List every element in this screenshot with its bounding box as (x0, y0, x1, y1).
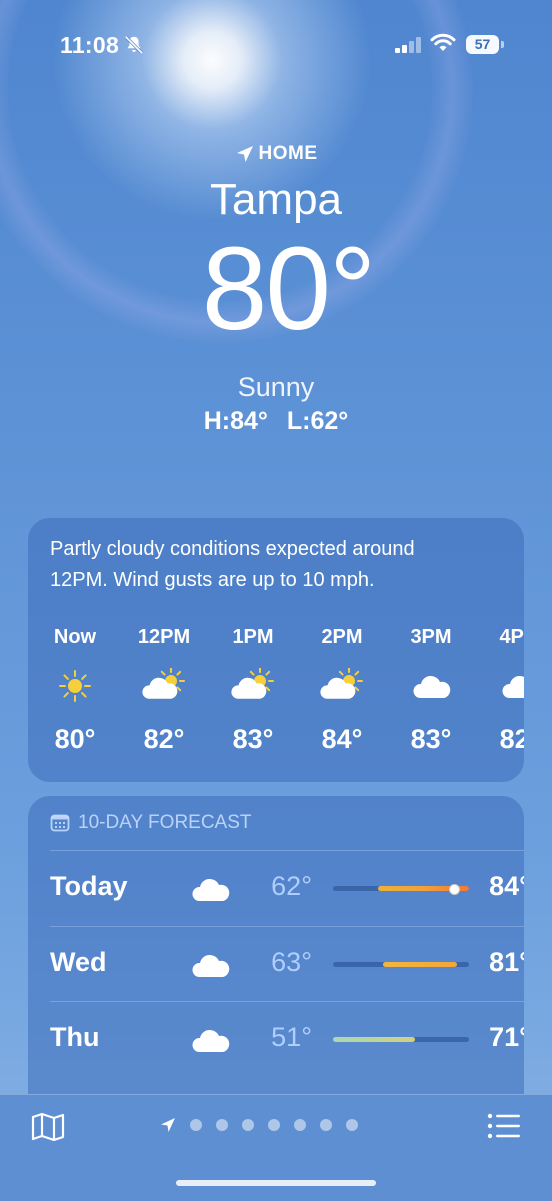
high-temp: H:84° (203, 407, 268, 435)
hourly-list[interactable]: Now 80° 12PM 82° 1PM 83° 2PM 84° 3PM 83°… (28, 626, 524, 776)
forecast-day: Wed (50, 946, 107, 977)
high-low: H:84° L:62° (0, 407, 552, 436)
city-name: Tampa (209, 175, 343, 224)
cloud-icon (190, 873, 230, 903)
page-dot[interactable] (346, 1119, 358, 1131)
page-dot[interactable] (190, 1119, 202, 1131)
battery-icon: 57 (466, 35, 506, 54)
signal-icon (395, 37, 421, 53)
partly-cloudy-icon (213, 666, 293, 706)
temperature-range-bar (333, 884, 469, 895)
page-indicator[interactable] (160, 1117, 358, 1133)
current-weather: HOME Tampa 80° Sunny H:84° L:62° (0, 140, 552, 436)
hour-temperature: 83° (410, 724, 452, 754)
hour-label: 2PM (321, 626, 363, 648)
forecast-low: 62° (271, 871, 312, 901)
location-arrow-icon (236, 146, 253, 162)
page-dot[interactable] (320, 1119, 332, 1131)
forecast-row[interactable]: Today 62° 84° (50, 850, 524, 926)
forecast-row[interactable]: Thu 51° 71° (50, 1001, 524, 1077)
cloud-icon (480, 666, 524, 706)
hour-temperature: 83° (232, 724, 274, 754)
hour-label: Now (53, 626, 97, 648)
page-dot[interactable] (242, 1119, 254, 1131)
hour-label: 12PM (137, 626, 191, 648)
wifi-icon (430, 33, 456, 51)
bottom-toolbar (0, 1094, 552, 1201)
summary-line: 12PM. Wind gusts are up to 10 mph. (50, 569, 375, 591)
status-time: 11:08 (60, 32, 120, 58)
partly-cloudy-icon (302, 666, 382, 706)
partly-cloudy-icon (124, 666, 204, 706)
status-bar: 11:08 57 (0, 0, 552, 80)
map-icon[interactable] (30, 1111, 66, 1143)
location-row: HOME (0, 140, 552, 168)
summary-line: Partly cloudy conditions expected around (50, 538, 415, 560)
ten-day-forecast-card[interactable]: 10-DAY FORECAST Today 62° 84° Wed 63° 81… (28, 796, 524, 1116)
forecast-header: 10-DAY FORECAST (50, 812, 252, 834)
hour-temperature: 82° (143, 724, 185, 754)
hour-temperature: 80° (54, 724, 96, 754)
calendar-icon (50, 814, 70, 832)
list-icon[interactable] (486, 1111, 522, 1141)
hour-item: 3PM 83° (391, 626, 471, 755)
forecast-high: 71° (489, 1022, 524, 1052)
sun-icon (35, 666, 115, 706)
hour-temperature: 82° (499, 724, 524, 754)
location-label: HOME (258, 143, 318, 164)
hour-label: 3PM (410, 626, 452, 648)
temperature-range-fill (382, 961, 457, 967)
cloud-icon (391, 666, 471, 706)
condition-text: Sunny (237, 372, 315, 402)
temperature-range-bar (333, 1037, 469, 1042)
hour-item: 1PM 83° (213, 626, 293, 755)
page-dot[interactable] (294, 1119, 306, 1131)
battery-level: 57 (466, 35, 499, 54)
hour-label: 4PM (499, 626, 524, 648)
forecast-day: Thu (50, 1022, 100, 1052)
forecast-day: Today (50, 871, 128, 901)
hour-temperature: 84° (321, 724, 363, 754)
temperature-range-fill (333, 1037, 416, 1042)
current-temp-marker (448, 884, 460, 895)
page-dot[interactable] (216, 1119, 228, 1131)
hour-label: 1PM (232, 626, 274, 648)
hourly-forecast-card[interactable]: Partly cloudy conditions expected around… (28, 518, 524, 782)
location-arrow-icon[interactable] (160, 1117, 176, 1133)
temperature-range-bar (333, 961, 469, 967)
cloud-icon (190, 1024, 230, 1054)
page-dot[interactable] (268, 1119, 280, 1131)
hour-item: 12PM 82° (124, 626, 204, 755)
current-temperature: 80° (201, 223, 376, 355)
low-temp: L:62° (286, 407, 349, 435)
bell-slash-icon (124, 35, 144, 55)
forecast-low: 63° (271, 946, 312, 977)
forecast-title: 10-DAY FORECAST (78, 812, 252, 833)
cloud-icon (190, 949, 230, 979)
hour-item: 4PM 82° (480, 626, 524, 755)
hourly-summary: Partly cloudy conditions expected around… (50, 534, 502, 596)
home-indicator (176, 1180, 376, 1186)
hour-item: 2PM 84° (302, 626, 382, 755)
hour-item: Now 80° (35, 626, 115, 755)
forecast-high: 84° (489, 871, 524, 901)
forecast-low: 51° (271, 1022, 312, 1052)
forecast-high: 81° (489, 946, 524, 977)
forecast-row[interactable]: Wed 63° 81° (50, 925, 524, 1002)
